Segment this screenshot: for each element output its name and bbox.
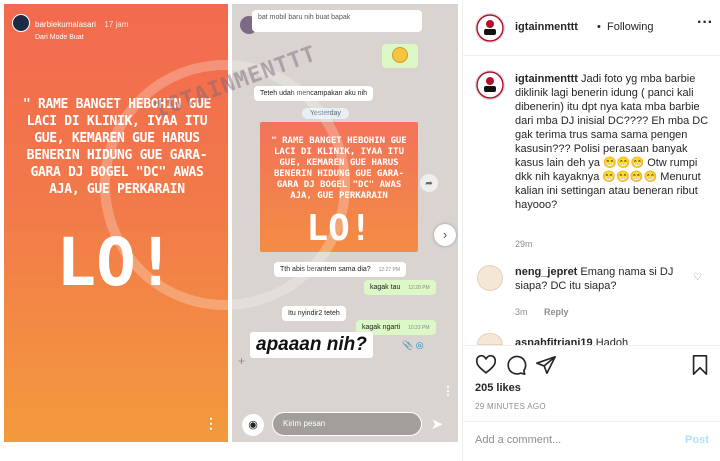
heart-icon[interactable]: [475, 354, 497, 376]
igtainment-logo-icon: [476, 71, 504, 99]
action-bar: 205 likes 29 MINUTES AGO: [463, 345, 720, 421]
comment-item: asnahfitriani19 Hadoh: [515, 337, 628, 345]
add-comment-section: Post: [463, 421, 720, 461]
next-slide-button[interactable]: ›: [434, 224, 456, 246]
comment-time: 3m: [515, 307, 528, 317]
story-subtitle: Dari Mode Buat: [35, 34, 84, 41]
comment-meta: 3m Reply: [515, 307, 569, 317]
story-header: barbiekumalasari 17 jam Dari Mode Buat: [12, 14, 128, 41]
post-caption: igtainmenttt Jadi foto yg mba barbie dik…: [515, 72, 711, 212]
story-reply-field: Kirim pesan: [272, 412, 422, 436]
commenter-avatar[interactable]: [477, 333, 503, 345]
header-separator: •: [597, 21, 601, 33]
story-time: 17 jam: [104, 20, 129, 29]
chat-bubble-in: bat mobil baru nih buat bapak: [252, 10, 422, 32]
chat-message: kagak ngarti: [362, 324, 401, 331]
follow-status-button[interactable]: Following: [607, 21, 653, 33]
comment-username[interactable]: asnahfitriani19: [515, 337, 593, 345]
chat-message: Itu nyindir2 teteh: [288, 310, 340, 317]
post-timestamp: 29 MINUTES AGO: [475, 402, 546, 411]
comment-item: neng_jepret Emang nama si DJ siapa? DC i…: [515, 265, 685, 293]
like-comment-icon[interactable]: ♡: [693, 272, 702, 283]
post-comment-button[interactable]: Post: [685, 434, 709, 446]
more-options-icon[interactable]: ···: [697, 14, 713, 32]
forward-icon: ➦: [420, 174, 438, 192]
more-vertical-icon: ⋮: [204, 415, 218, 431]
commenter-avatar[interactable]: [477, 265, 503, 291]
caption-text: Jadi foto yg mba barbie diklinik lagi be…: [515, 73, 709, 211]
plus-icon: +: [238, 354, 246, 368]
chat-message: kagak tau: [370, 284, 401, 291]
author-avatar[interactable]: [475, 13, 505, 43]
attachment-icons: 📎 ◎: [402, 340, 424, 350]
more-vertical-icon: ⋮: [442, 384, 454, 398]
chat-time: 12:27 PM: [378, 267, 401, 273]
post-media[interactable]: barbiekumalasari 17 jam Dari Mode Buat "…: [0, 0, 462, 461]
send-icon: ➤: [430, 416, 444, 433]
emoji-icon: [392, 47, 408, 63]
post-header: igtainmenttt • Following ···: [463, 0, 720, 56]
story-sticker-text: apaaan nih?: [250, 332, 373, 358]
chat-time: 12:28 PM: [408, 285, 430, 291]
bookmark-icon[interactable]: [689, 354, 711, 376]
caption-avatar[interactable]: [475, 70, 505, 100]
comment-text: Hadoh: [595, 337, 629, 345]
chat-bubble-in: Itu nyindir2 teteh: [282, 306, 346, 321]
share-icon[interactable]: [535, 354, 557, 376]
chat-message: bat mobil baru nih buat bapak: [258, 14, 351, 21]
like-count[interactable]: 205 likes: [475, 382, 521, 394]
comment-icon[interactable]: [505, 354, 527, 376]
comment-input[interactable]: [475, 434, 665, 446]
comment-username[interactable]: neng_jepret: [515, 266, 577, 278]
igtainment-logo-icon: [476, 14, 504, 42]
caption-username[interactable]: igtainmenttt: [515, 73, 578, 85]
story-username: barbiekumalasari: [35, 20, 96, 29]
chat-time: 10:33 PM: [408, 325, 430, 331]
caption-time: 29m: [515, 239, 533, 249]
post-side-panel: igtainmenttt • Following ··· igtainmentt…: [462, 0, 720, 461]
reply-button[interactable]: Reply: [544, 307, 569, 317]
author-username[interactable]: igtainmenttt: [515, 21, 578, 33]
avatar: [12, 14, 30, 32]
camera-icon: ◉: [242, 414, 264, 436]
chat-bubble-out: kagak tau 12:28 PM: [364, 280, 436, 295]
chat-bubble-out: [382, 44, 418, 68]
